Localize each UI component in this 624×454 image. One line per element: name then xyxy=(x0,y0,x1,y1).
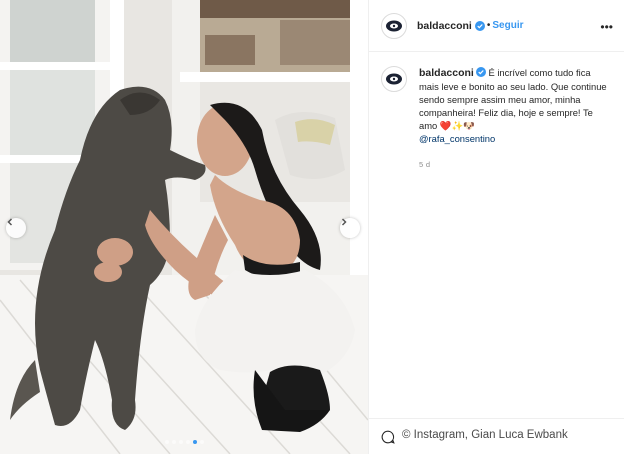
verified-icon xyxy=(475,67,486,77)
slide-dot xyxy=(178,440,183,444)
post-header: baldacconi • Seguir ••• xyxy=(369,0,624,52)
post-sidebar: baldacconi • Seguir ••• baldacconi É inc… xyxy=(368,0,624,454)
avatar-logo-icon xyxy=(386,73,402,85)
instagram-post: baldacconi • Seguir ••• baldacconi É inc… xyxy=(0,0,624,454)
more-options-icon[interactable]: ••• xyxy=(600,20,613,34)
photo-credit: © Instagram, Gian Luca Ewbank xyxy=(402,429,568,441)
slide-dot xyxy=(164,440,169,444)
mention-link[interactable]: @rafa_consentino xyxy=(419,133,495,144)
slide-indicator xyxy=(0,440,368,444)
avatar[interactable] xyxy=(381,12,407,39)
caption-avatar[interactable] xyxy=(381,66,407,92)
slide-dot xyxy=(185,440,190,444)
chevron-right-icon xyxy=(341,218,347,226)
caption-username[interactable]: baldacconi xyxy=(419,67,474,79)
header-separator: • xyxy=(486,20,491,31)
header-username[interactable]: baldacconi xyxy=(417,20,472,32)
follow-button[interactable]: Seguir xyxy=(492,20,523,31)
post-photo[interactable] xyxy=(0,0,368,454)
slide-dot xyxy=(192,440,197,444)
caption-emojis: ❤️✨🐶 xyxy=(439,120,475,132)
avatar-logo-icon xyxy=(386,20,402,31)
post-timestamp[interactable]: 5 d xyxy=(419,160,609,169)
slide-dot xyxy=(199,440,204,444)
caption-text: baldacconi É incrível como tudo fica mai… xyxy=(419,66,609,146)
chevron-left-icon xyxy=(7,218,13,226)
slide-dot xyxy=(171,440,176,444)
next-slide-button[interactable] xyxy=(340,218,360,238)
verified-icon xyxy=(474,20,485,31)
comment-icon[interactable] xyxy=(381,430,395,444)
previous-slide-button[interactable] xyxy=(6,218,26,238)
photo-scene xyxy=(0,0,368,454)
post-caption: baldacconi É incrível como tudo fica mai… xyxy=(381,66,617,169)
